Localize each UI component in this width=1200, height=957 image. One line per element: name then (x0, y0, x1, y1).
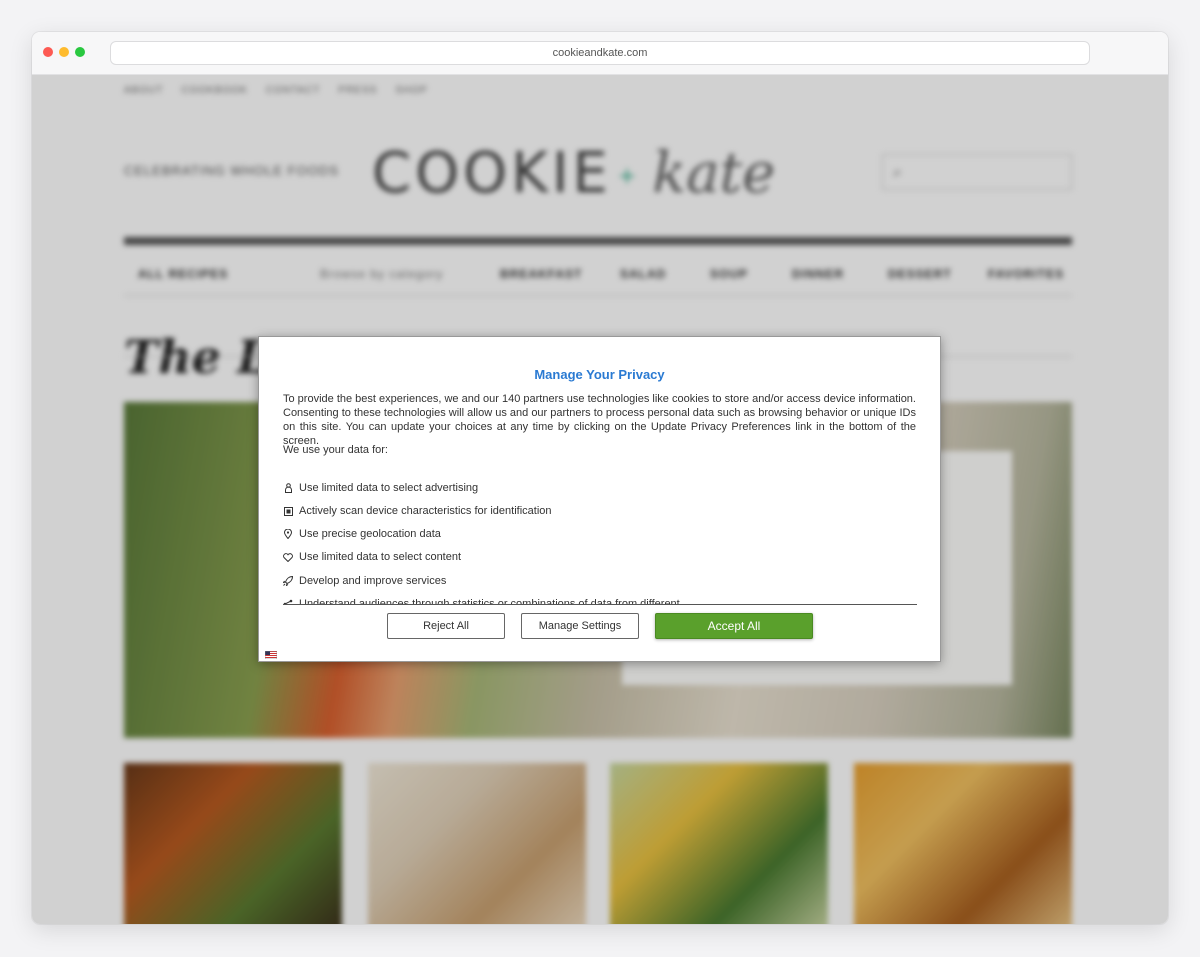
browser-chrome: cookieandkate.com (32, 32, 1168, 75)
person-icon (283, 483, 293, 493)
address-bar[interactable]: cookieandkate.com (110, 41, 1090, 65)
purpose-item: Use limited data to select advertising (283, 481, 478, 495)
purpose-item: Use limited data to select content (283, 550, 461, 564)
close-window-button[interactable] (43, 47, 53, 57)
purpose-text: Understand audiences through statistics … (299, 598, 680, 605)
location-pin-icon (283, 529, 293, 539)
privacy-consent-dialog: Manage Your Privacy To provide the best … (258, 336, 941, 662)
maximize-window-button[interactable] (75, 47, 85, 57)
purpose-text: Use limited data to select advertising (299, 482, 479, 494)
dialog-intro-text: To provide the best experiences, we and … (283, 393, 916, 447)
purpose-text: Actively scan device characteristics for… (299, 505, 552, 517)
reject-all-button[interactable]: Reject All (387, 613, 505, 639)
share-icon (283, 599, 293, 604)
heart-icon (283, 552, 293, 562)
purpose-text: Use limited data to select content (299, 551, 462, 563)
minimize-window-button[interactable] (59, 47, 69, 57)
purpose-text: Use precise geolocation data (299, 528, 441, 540)
device-scan-icon (283, 506, 293, 516)
purpose-text: Develop and improve services (299, 575, 447, 587)
purpose-item: Actively scan device characteristics for… (283, 504, 552, 518)
purpose-item: Understand audiences through statistics … (283, 597, 680, 605)
dialog-title: Manage Your Privacy (534, 367, 665, 382)
accept-all-button[interactable]: Accept All (655, 613, 813, 639)
rocket-icon (283, 576, 293, 586)
english-flag-icon[interactable] (264, 646, 278, 660)
data-uses-label: We use your data for: (283, 444, 388, 456)
purposes-list[interactable]: Use limited data to select advertising A… (283, 468, 917, 605)
purpose-item: Use precise geolocation data (283, 527, 441, 541)
manage-settings-button[interactable]: Manage Settings (521, 613, 639, 639)
purpose-item: Develop and improve services (283, 574, 446, 588)
